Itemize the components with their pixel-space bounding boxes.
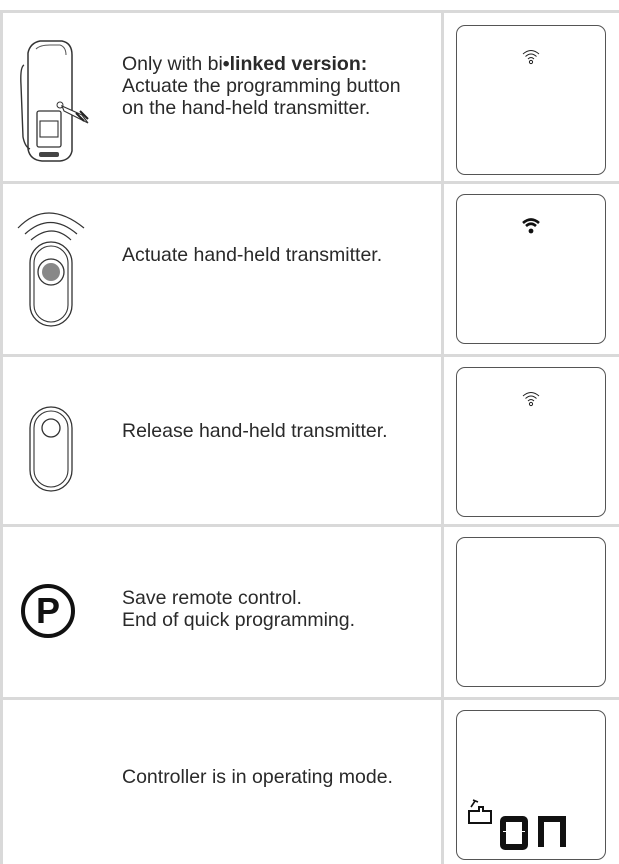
hand-symbol-icon (468, 799, 492, 824)
wifi-outline-icon (522, 50, 540, 65)
instruction-text-line1: Save remote control. (122, 587, 302, 609)
instruction-text: Release hand-held transmitter. (122, 420, 388, 442)
instruction-text-line2: End of quick programming. (122, 609, 356, 631)
wifi-outline-icon (522, 392, 540, 407)
wifi-solid-icon (522, 218, 540, 234)
instruction-text-bold: •linked version: (222, 53, 368, 75)
instruction-row: Only with bi•linked version: Actuate the… (0, 13, 619, 181)
transmitter-button-pressed-icon (10, 202, 105, 352)
display-value: on (497, 815, 597, 851)
svg-text:P: P (36, 590, 60, 631)
controller-display (456, 367, 606, 517)
programming-p-icon: P (10, 581, 105, 641)
handheld-transmitter-side-icon (10, 25, 105, 175)
instruction-text: Actuate the programming button on the ha… (122, 75, 401, 119)
instruction-row: Controller is in operating mode. on (0, 700, 619, 864)
controller-display: on (456, 710, 606, 860)
controller-display (456, 25, 606, 175)
instruction-text-prefix: Only with bi (122, 53, 223, 75)
instruction-row: Release hand-held transmitter. (0, 357, 619, 524)
controller-display (456, 194, 606, 344)
instruction-row: P Save remote control. End of quick prog… (0, 527, 619, 697)
instruction-row: Actuate hand-held transmitter. (0, 184, 619, 354)
instruction-text: Actuate hand-held transmitter. (122, 244, 383, 266)
instruction-text: Controller is in operating mode. (122, 766, 393, 788)
controller-display (456, 537, 606, 687)
